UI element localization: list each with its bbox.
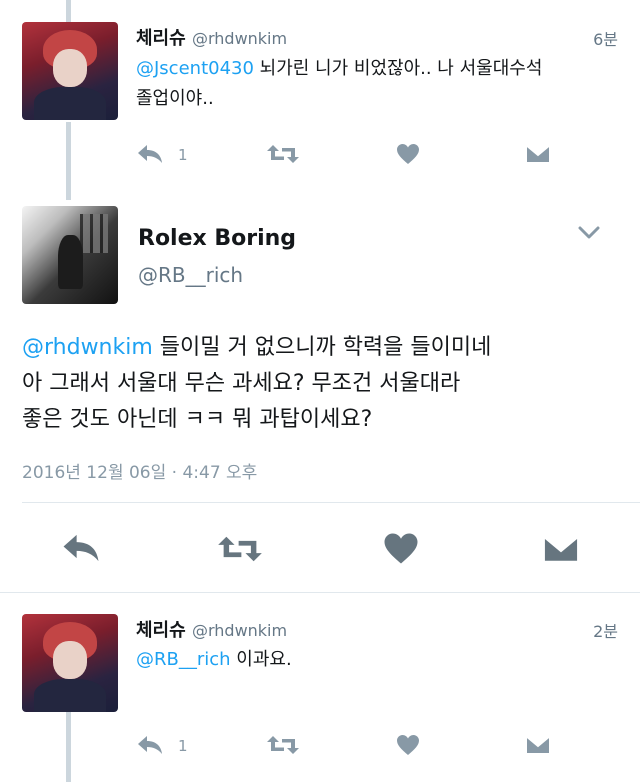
mention-link[interactable]: @Jscent0430	[136, 58, 254, 79]
tweet-text: @RB__rich 이과요.	[136, 645, 616, 675]
avatar[interactable]	[22, 614, 118, 712]
display-name[interactable]: 체리슈	[136, 28, 186, 49]
tweet-time[interactable]: 2분	[593, 618, 618, 642]
tweet-time[interactable]: 6분	[593, 26, 618, 50]
tweet-timestamp[interactable]: 2016년 12월 06일 · 4:47 오후	[22, 458, 257, 483]
tweet-text-line1: 뇌가린 니가 비었잖아.. 나 서울대수석	[253, 58, 543, 79]
direct-message-icon[interactable]	[542, 534, 580, 564]
thread-line-bottom	[66, 712, 71, 782]
reply-count: 1	[178, 146, 188, 164]
tweet-text-line3: 좋은 것도 아닌데 ㅋㅋ 뭐 과탑이세요?	[22, 407, 373, 432]
tweet-text-rest: 이과요.	[230, 649, 292, 670]
display-name[interactable]: 체리슈	[136, 620, 186, 641]
avatar[interactable]	[22, 22, 118, 120]
like-icon[interactable]	[383, 532, 419, 565]
divider	[0, 592, 640, 593]
like-icon[interactable]	[396, 143, 420, 165]
tweet-header: 체리슈 @rhdwnkim	[136, 616, 287, 642]
direct-message-icon[interactable]	[525, 144, 551, 164]
like-icon[interactable]	[396, 734, 420, 756]
handle[interactable]: @rhdwnkim	[192, 621, 287, 640]
display-name[interactable]: Rolex Boring	[138, 226, 296, 251]
retweet-icon[interactable]	[216, 534, 264, 564]
handle[interactable]: @RB__rich	[138, 263, 243, 287]
direct-message-icon[interactable]	[525, 735, 551, 755]
reply-icon[interactable]	[136, 734, 164, 756]
tweet-text-line2: 졸업이야..	[136, 88, 214, 109]
tweet-text: @rhdwnkim 들이밀 거 없으니까 학력을 들이미네 아 그래서 서울대 …	[22, 330, 622, 438]
reply-count: 1	[178, 737, 188, 755]
avatar[interactable]	[22, 206, 118, 304]
tweet-text-line2: 아 그래서 서울대 무슨 과세요? 무조건 서울대라	[22, 371, 461, 396]
chevron-down-icon[interactable]	[578, 226, 600, 240]
divider	[22, 502, 640, 503]
retweet-icon[interactable]	[266, 734, 300, 756]
thread-line-mid	[66, 122, 71, 200]
tweet-text-line1: 들이밀 거 없으니까 학력을 들이미네	[152, 335, 492, 360]
tweet-header: 체리슈 @rhdwnkim	[136, 24, 287, 50]
thread-line-top	[66, 0, 71, 22]
mention-link[interactable]: @RB__rich	[136, 649, 231, 670]
retweet-icon[interactable]	[266, 143, 300, 165]
tweet-text: @Jscent0430 뇌가린 니가 비었잖아.. 나 서울대수석 졸업이야..	[136, 54, 616, 114]
mention-link[interactable]: @rhdwnkim	[22, 335, 153, 360]
reply-icon[interactable]	[136, 143, 164, 165]
reply-icon[interactable]	[60, 532, 102, 564]
handle[interactable]: @rhdwnkim	[192, 29, 287, 48]
